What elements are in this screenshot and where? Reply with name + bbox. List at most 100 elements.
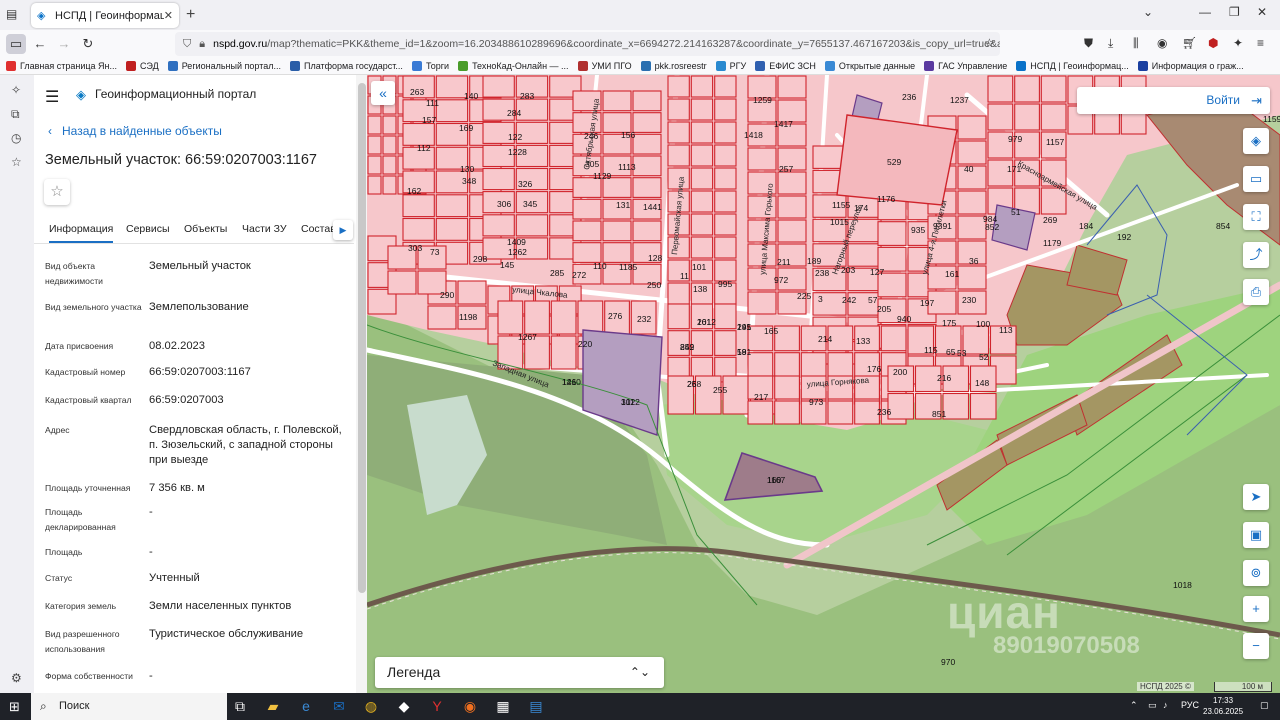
restore-icon[interactable]: ❐ [1229, 5, 1240, 19]
parcel[interactable] [690, 75, 714, 98]
extension-icon[interactable]: ⬢ [1208, 36, 1218, 50]
parcel[interactable] [774, 325, 800, 352]
parcel[interactable] [435, 217, 469, 241]
chrome-icon[interactable]: ◍ [362, 698, 380, 715]
taskbar-search[interactable]: ⌕ Поиск [31, 693, 227, 720]
select-area-icon[interactable]: ⛶ [1243, 204, 1269, 230]
parcel[interactable] [987, 103, 1014, 131]
parcel[interactable] [497, 300, 524, 335]
parcel[interactable] [690, 330, 714, 356]
sidebar-toggle-icon[interactable]: ▭ [6, 34, 26, 54]
parcel[interactable] [854, 400, 880, 425]
parcel[interactable] [690, 236, 714, 259]
menu-icon[interactable]: ≡ [1257, 36, 1264, 50]
parcel[interactable] [714, 303, 737, 330]
parcel[interactable] [632, 220, 662, 242]
parcel[interactable] [667, 282, 690, 305]
bookmark-item[interactable]: НСПД | Геоинформац... [1016, 60, 1129, 71]
parcel[interactable] [632, 177, 662, 198]
parcel[interactable] [942, 392, 970, 420]
parcel[interactable] [957, 115, 987, 140]
bookmark-item[interactable]: СЭД [126, 60, 159, 71]
parcel[interactable] [747, 291, 777, 315]
parcel[interactable] [515, 214, 549, 237]
tab-parts[interactable]: Части ЗУ [242, 223, 287, 235]
app-icon[interactable]: ◆ [395, 698, 413, 715]
parcel[interactable] [969, 392, 997, 420]
parcel[interactable] [382, 115, 397, 135]
bookmark-star-icon[interactable]: ☆ [984, 36, 995, 50]
tabs-scroll-right-icon[interactable]: ▶ [333, 220, 353, 240]
parcel[interactable] [402, 217, 435, 241]
parcel[interactable] [747, 400, 774, 425]
parcel[interactable] [827, 400, 854, 425]
parcel[interactable] [550, 300, 577, 335]
bookmark-item[interactable]: Торги [411, 60, 449, 71]
zoom-in-icon[interactable]: + [1243, 596, 1269, 622]
bookmark-item[interactable]: Региональный портал... [167, 60, 281, 71]
bookmarks-icon[interactable]: ☆ [11, 155, 22, 169]
parcel[interactable] [667, 75, 690, 98]
parcel[interactable] [690, 121, 714, 144]
parcel[interactable] [962, 325, 990, 355]
parcel[interactable] [690, 190, 714, 213]
ruler-icon[interactable]: ▭ [1243, 166, 1269, 192]
task-view-icon[interactable]: ⧉ [231, 698, 249, 715]
cadastral-map[interactable]: 1167 311 1210 1012 852 191 181 268 255 217 973 236 8… [367, 75, 1280, 693]
parcel[interactable] [367, 135, 382, 155]
parcel[interactable] [847, 243, 882, 267]
ai-chat-icon[interactable]: ✧ [11, 83, 21, 97]
pocket-icon[interactable]: ⛊ [1084, 36, 1093, 51]
synced-tabs-icon[interactable]: ⧉ [11, 107, 20, 122]
close-window-icon[interactable]: ✕ [1257, 5, 1267, 19]
parcel[interactable] [632, 155, 662, 177]
parcel[interactable] [1040, 103, 1067, 131]
parcel[interactable] [387, 270, 417, 295]
parcel[interactable] [777, 75, 807, 99]
parcel[interactable] [667, 303, 690, 330]
network-icon[interactable]: ▭ [1148, 700, 1157, 711]
tray-chevron-icon[interactable]: ⌃ [1130, 700, 1138, 711]
tab-objects[interactable]: Объекты [184, 223, 227, 235]
clock[interactable]: 17:33 23.06.2025 [1203, 695, 1243, 717]
list-tabs-icon[interactable]: ▤ [6, 7, 22, 23]
word-document-icon[interactable]: ▤ [527, 698, 545, 715]
legend-dropdown[interactable]: Легенда ⌃⌄ [375, 657, 664, 688]
parcel[interactable] [667, 98, 690, 121]
share-icon[interactable]: ⤴ [1243, 242, 1269, 268]
bookmark-item[interactable]: Открытые данные [824, 60, 915, 71]
map-canvas[interactable]: 116731112101012852191181268255217 973236 8… [367, 75, 1280, 693]
parcel[interactable] [1014, 103, 1040, 131]
parcel[interactable] [402, 194, 435, 218]
library-icon[interactable]: ⫼ [1133, 36, 1139, 51]
parcel[interactable] [382, 135, 397, 155]
parcel[interactable] [602, 242, 632, 263]
parcel[interactable] [714, 167, 737, 190]
browser-tab[interactable]: ◈ НСПД | Геоинформационный ✕ [31, 3, 179, 28]
favorite-star-icon[interactable]: ☆ [44, 179, 70, 205]
file-explorer-icon[interactable]: ▰ [264, 698, 282, 715]
parcel[interactable] [382, 155, 397, 175]
zoom-out-icon[interactable]: − [1243, 633, 1269, 659]
parcel[interactable] [427, 305, 457, 330]
parcel[interactable] [714, 330, 737, 356]
bookmark-item[interactable]: ТехноКад-Онлайн — ... [458, 60, 569, 71]
cart-icon[interactable]: 🛒︎ [1182, 36, 1197, 50]
parcel[interactable] [714, 144, 737, 167]
parcel[interactable] [690, 213, 714, 236]
parcel[interactable] [887, 392, 915, 420]
parcel[interactable] [777, 219, 807, 243]
parcel[interactable] [722, 375, 750, 415]
parcel[interactable] [774, 400, 800, 425]
login-button[interactable]: Войти ⇥ [1077, 87, 1270, 114]
print-icon[interactable]: ⎙ [1243, 279, 1269, 305]
parcel[interactable] [690, 144, 714, 167]
parcel[interactable] [774, 375, 800, 400]
parcel[interactable] [602, 220, 632, 242]
parcel[interactable] [747, 352, 774, 378]
bookmark-item[interactable]: УМИ ПГО [577, 60, 632, 71]
parcel[interactable] [877, 221, 907, 246]
outlook-icon[interactable]: ✉ [330, 698, 348, 715]
layers-icon[interactable]: ◈ [1243, 128, 1269, 154]
bookmark-item[interactable]: Платформа государст... [289, 60, 403, 71]
